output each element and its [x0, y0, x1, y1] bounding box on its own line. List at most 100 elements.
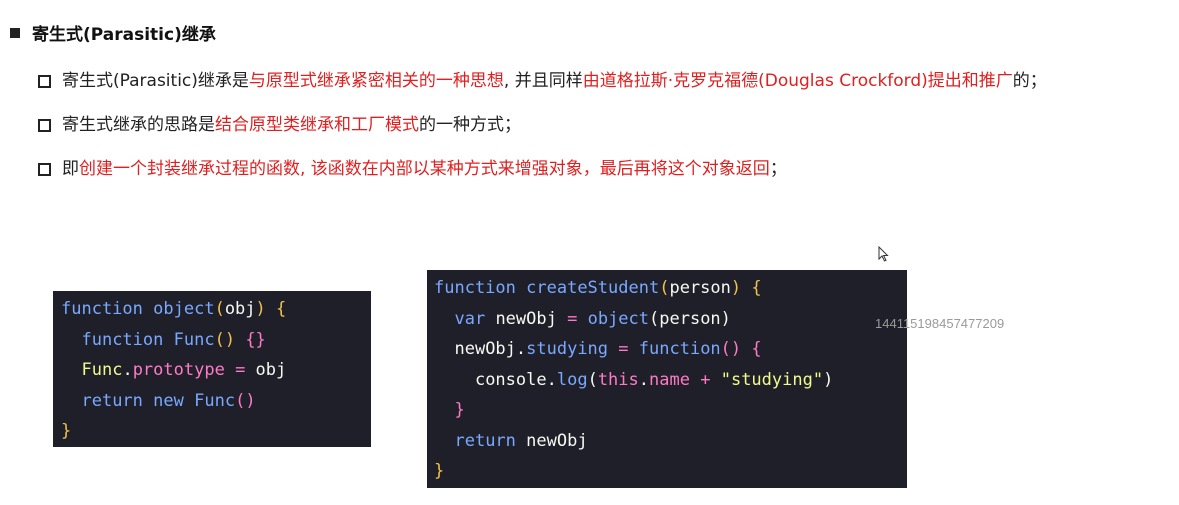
- code-token: function: [61, 299, 143, 319]
- bullet-text: 的；: [1012, 71, 1047, 91]
- code-line: var newObj = object(person): [434, 304, 907, 335]
- code-line: }: [61, 416, 371, 447]
- code-token: (): [720, 339, 742, 359]
- code-token: return: [81, 390, 143, 411]
- code-token: (: [659, 278, 670, 298]
- highlighted-text: 创建一个封装继承过程的函数, 该函数在内部以某种方式来增强对象，最后再将这个对象…: [79, 159, 770, 179]
- code-token: console.: [474, 369, 557, 390]
- code-token: (: [587, 369, 598, 390]
- code-token: .: [122, 360, 133, 380]
- code-token: (): [214, 329, 236, 350]
- code-token: newObj: [485, 308, 568, 329]
- code-token: }: [61, 421, 72, 441]
- code-token: newObj: [515, 430, 588, 451]
- bullet-text: 寄生式继承的思路是: [62, 115, 215, 135]
- code-token: person: [669, 278, 731, 298]
- code-token: function: [638, 339, 721, 359]
- watermark-text: 144115198457477209: [875, 316, 1005, 331]
- bullet-text: , 并且同样: [503, 71, 583, 91]
- checkbox-bullet-icon: [38, 163, 51, 176]
- code-token: new: [153, 390, 184, 411]
- code-line: console.log(this.name + "studying"): [434, 365, 907, 396]
- code-token: {: [751, 339, 762, 359]
- code-line: newObj.studying = function() {: [434, 334, 907, 365]
- code-token: log: [556, 369, 588, 390]
- code-token: {: [751, 278, 762, 298]
- bullet-text: ；: [769, 159, 787, 179]
- code-token: (): [235, 390, 256, 411]
- code-token: "studying": [720, 369, 824, 390]
- code-token: newObj.: [454, 339, 527, 359]
- code-token: Func: [173, 329, 215, 350]
- code-token: .: [638, 369, 650, 390]
- bullet-item: 寄生式(Parasitic)继承是与原型式继承紧密相关的一种思想, 并且同样由道…: [38, 66, 1173, 97]
- code-token: (: [214, 299, 225, 319]
- heading-text: 寄生式(Parasitic)继承: [32, 25, 216, 45]
- createStudent-function-code: function createStudent(person) { var new…: [427, 270, 907, 488]
- code-token: Func: [194, 390, 236, 411]
- code-token: }: [454, 400, 465, 420]
- bullet-item: 即创建一个封装继承过程的函数, 该函数在内部以某种方式来增强对象，最后再将这个对…: [38, 154, 1173, 185]
- code-token: ): [730, 278, 742, 298]
- code-token: createStudent: [526, 278, 660, 298]
- code-line: return newObj: [434, 426, 907, 457]
- code-token: obj: [224, 299, 256, 319]
- code-token: {}: [245, 329, 266, 350]
- code-line: function object(obj) {: [61, 294, 371, 325]
- code-token: studying: [526, 339, 609, 359]
- code-token: object: [153, 299, 215, 319]
- highlighted-text: 与原型式继承紧密相关的一种思想: [248, 71, 504, 91]
- code-token: function: [434, 278, 516, 298]
- checkbox-bullet-icon: [38, 75, 51, 88]
- code-token: this: [597, 369, 639, 390]
- highlighted-text: 结合原型类继承和工厂模式: [215, 115, 419, 135]
- mouse-cursor-icon: [878, 246, 889, 262]
- code-token: }: [434, 461, 445, 481]
- code-token: =: [567, 308, 578, 329]
- section-heading: 寄生式(Parasitic)继承: [10, 20, 216, 45]
- code-token: function: [81, 329, 164, 350]
- bullet-text: 的一种方式；: [419, 115, 521, 135]
- code-line: function Func() {}: [61, 325, 371, 356]
- code-token: prototype: [132, 360, 225, 380]
- code-token: object: [587, 308, 650, 329]
- code-token: Func: [81, 360, 123, 380]
- code-token: return: [454, 430, 516, 451]
- bullet-text: 即: [62, 159, 79, 179]
- code-line: function createStudent(person) {: [434, 273, 907, 304]
- code-token: +: [700, 369, 711, 390]
- code-token: obj: [245, 360, 287, 380]
- code-token: var: [454, 308, 486, 329]
- bullet-item: 寄生式继承的思路是结合原型类继承和工厂模式的一种方式；: [38, 110, 1173, 141]
- code-line: Func.prototype = obj: [61, 355, 371, 386]
- bullet-list: 寄生式(Parasitic)继承是与原型式继承紧密相关的一种思想, 并且同样由道…: [38, 66, 1173, 198]
- code-token: name: [649, 369, 690, 390]
- code-line: return new Func(): [61, 386, 371, 417]
- bullet-text: 寄生式(Parasitic)继承是: [62, 71, 249, 91]
- code-token: =: [235, 360, 246, 380]
- highlighted-text: 由道格拉斯·克罗克福德(Douglas Crockford)提出和推广: [582, 71, 1013, 91]
- object-function-code: function object(obj) { function Func() {…: [53, 291, 371, 447]
- code-token: {: [276, 299, 287, 319]
